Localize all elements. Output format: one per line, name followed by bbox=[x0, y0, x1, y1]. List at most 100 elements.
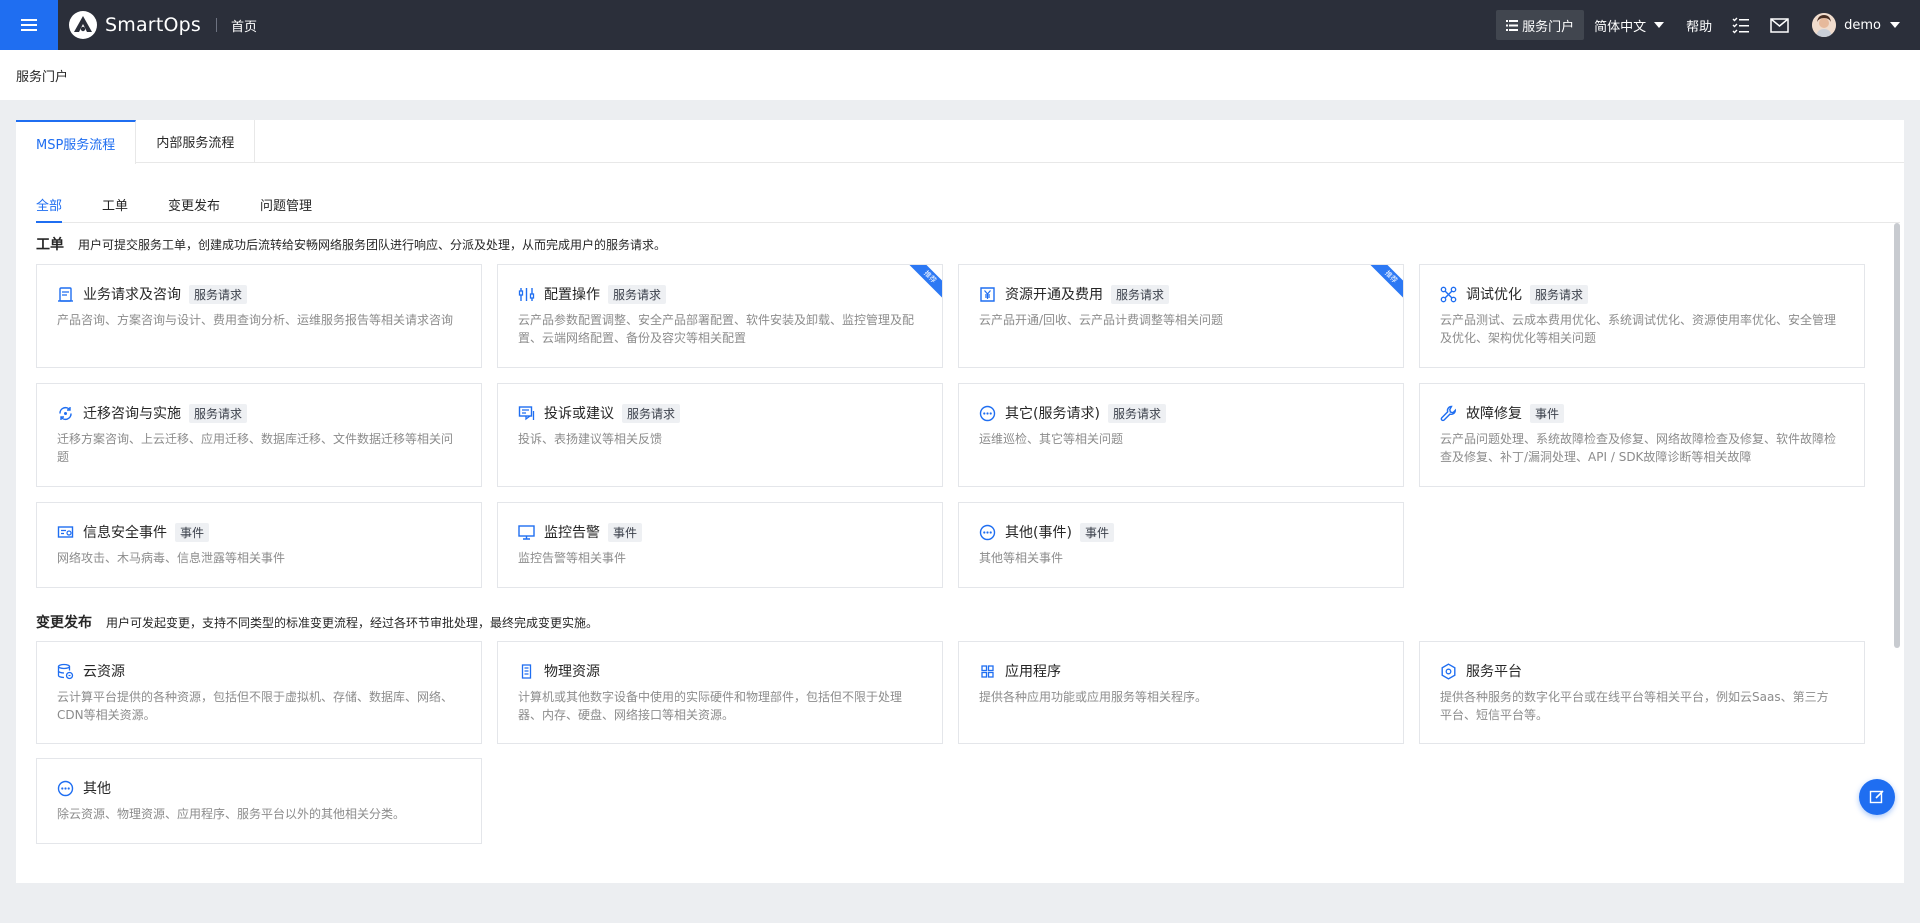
card-title: 配置操作 bbox=[544, 287, 600, 303]
tab-ticket[interactable]: 工单 bbox=[102, 192, 128, 223]
service-card[interactable]: 迁移咨询与实施 服务请求 迁移方案咨询、上云迁移、应用迁移、数据库迁移、文件数据迁移… bbox=[36, 383, 482, 487]
card-description: 监控告警等相关事件 bbox=[518, 551, 627, 565]
checklist-icon bbox=[1732, 17, 1750, 33]
service-card[interactable]: 应用程序 提供各种应用功能或应用服务等相关程序。 bbox=[958, 641, 1404, 744]
main-panel: MSP服务流程 内部服务流程 全部 工单 变更发布 问题管理 工单 用户可提交服… bbox=[16, 120, 1904, 883]
card-title: 业务请求及咨询 bbox=[83, 287, 181, 303]
more-circle-icon bbox=[57, 780, 74, 797]
optimize-icon bbox=[1440, 286, 1457, 303]
menu-toggle-button[interactable] bbox=[0, 0, 58, 50]
card-header: 云资源 bbox=[57, 661, 125, 681]
card-title: 其他 bbox=[83, 781, 111, 797]
chevron-down-icon bbox=[1890, 22, 1900, 28]
card-title: 信息安全事件 bbox=[83, 525, 167, 541]
hexagon-icon bbox=[1440, 662, 1457, 680]
headset-form-icon bbox=[57, 286, 74, 303]
language-selector[interactable]: 简体中文 bbox=[1594, 16, 1665, 35]
service-portal-label: 服务门户 bbox=[1522, 19, 1575, 35]
card-header: 资源开通及费用 服务请求 bbox=[979, 284, 1170, 304]
section-header-change: 变更发布 用户可发起变更，支持不同类型的标准变更流程，经过各环节审批处理，最终完… bbox=[36, 612, 598, 632]
section-name: 变更发布 bbox=[36, 615, 92, 631]
wrench-icon bbox=[1440, 405, 1457, 422]
main-tabs: MSP服务流程 内部服务流程 bbox=[16, 120, 1904, 164]
card-description: 其他等相关事件 bbox=[979, 551, 1064, 565]
service-card[interactable]: 物理资源 计算机或其他数字设备中使用的实际硬件和物理部件，包括但不限于处理器、内存… bbox=[497, 641, 943, 744]
card-description: 提供各种服务的数字化平台或在线平台等相关平台，例如云Saas、第三方平台、短信平… bbox=[1440, 690, 1829, 722]
service-card[interactable]: 其它(服务请求) 服务请求运维巡检、其它等相关问题 bbox=[958, 383, 1404, 487]
user-menu[interactable]: demo bbox=[1812, 13, 1900, 37]
service-card[interactable]: 故障修复 事件 云产品问题处理、系统故障检查及修复、网络故障检查及修复、软件故障检查… bbox=[1419, 383, 1865, 487]
tab-internal-service-flow[interactable]: 内部服务流程 bbox=[136, 120, 256, 163]
section-name: 工单 bbox=[36, 237, 64, 253]
card-description: 除云资源、物理资源、应用程序、服务平台以外的其他相关分类。 bbox=[57, 807, 406, 821]
card-description: 云产品开通/回收、云产品计费调整等相关问题 bbox=[979, 313, 1224, 327]
language-label: 简体中文 bbox=[1594, 19, 1647, 35]
create-ticket-button[interactable] bbox=[1859, 779, 1895, 815]
card-header: 物理资源 bbox=[518, 661, 600, 681]
card-description: 云计算平台提供的各种资源，包括但不限于虚拟机、存储、数据库、网络、CDN等相关资… bbox=[57, 690, 454, 722]
card-title: 迁移咨询与实施 bbox=[83, 406, 181, 422]
card-tag: 事件 bbox=[1079, 522, 1114, 542]
card-title: 服务平台 bbox=[1466, 664, 1522, 680]
tab-problem-management[interactable]: 问题管理 bbox=[260, 192, 312, 223]
help-link[interactable]: 帮助 bbox=[1686, 16, 1712, 35]
chevron-down-icon bbox=[1654, 22, 1665, 28]
card-title: 其他(事件) bbox=[1005, 525, 1072, 541]
service-card[interactable]: 云资源云计算平台提供的各种资源，包括但不限于虚拟机、存储、数据库、网络、CDN等… bbox=[36, 641, 482, 744]
card-header: 配置操作 服务请求 bbox=[518, 284, 667, 304]
scrollbar[interactable] bbox=[1894, 223, 1900, 648]
tab-all[interactable]: 全部 bbox=[36, 192, 63, 223]
card-title: 故障修复 bbox=[1466, 406, 1522, 422]
section-desc: 用户可发起变更，支持不同类型的标准变更流程，经过各环节审批处理，最终完成变更实施… bbox=[106, 615, 599, 630]
card-header: 调试优化 服务请求 bbox=[1440, 284, 1589, 304]
card-title: 其它(服务请求) bbox=[1005, 406, 1100, 422]
card-description: 云产品参数配置调整、安全产品部署配置、软件安装及卸载、监控管理及配置、云端网络配… bbox=[518, 313, 915, 345]
category-tabs: 全部 工单 变更发布 问题管理 bbox=[36, 192, 1900, 223]
home-link[interactable]: 首页 bbox=[231, 16, 257, 35]
yen-shield-icon bbox=[979, 286, 996, 303]
app-logo[interactable]: SmartOps bbox=[68, 10, 201, 40]
smartops-logo-icon bbox=[69, 11, 97, 39]
card-tag: 服务请求 bbox=[608, 284, 667, 304]
card-description: 网络攻击、木马病毒、信息泄露等相关事件 bbox=[57, 551, 286, 565]
recommend-ribbon: 推荐 bbox=[1365, 265, 1403, 303]
service-card[interactable]: 投诉或建议 服务请求 投诉、表扬建议等相关反馈 bbox=[497, 383, 943, 487]
card-description: 运维巡检、其它等相关问题 bbox=[979, 432, 1124, 446]
card-title: 调试优化 bbox=[1466, 287, 1522, 303]
tab-change-release[interactable]: 变更发布 bbox=[168, 192, 220, 223]
card-tag: 服务请求 bbox=[1530, 284, 1589, 304]
card-tag: 服务请求 bbox=[1107, 403, 1166, 423]
recommend-ribbon: 推荐 bbox=[904, 265, 942, 303]
card-description: 投诉、表扬建议等相关反馈 bbox=[518, 432, 663, 446]
cloud-db-icon bbox=[57, 663, 74, 680]
service-card[interactable]: 监控告警 事件 监控告警等相关事件 bbox=[497, 502, 943, 588]
config-sliders-icon bbox=[518, 286, 535, 303]
avatar bbox=[1812, 13, 1837, 37]
service-card[interactable]: 其他除云资源、物理资源、应用程序、服务平台以外的其他相关分类。 bbox=[36, 758, 482, 844]
page-title: 服务门户 bbox=[16, 69, 69, 85]
migrate-icon bbox=[57, 405, 74, 422]
service-card[interactable]: 其他(事件) 事件其他等相关事件 bbox=[958, 502, 1404, 588]
service-card[interactable]: 资源开通及费用 服务请求云产品开通/回收、云产品计费调整等相关问题 推荐 bbox=[958, 264, 1404, 368]
service-card[interactable]: 信息安全事件 事件 网络攻击、木马病毒、信息泄露等相关事件 bbox=[36, 502, 482, 588]
card-tag: 服务请求 bbox=[1111, 284, 1170, 304]
service-catalog: 工单 用户可提交服务工单，创建成功后流转给安畅网络服务团队进行响应、分派及处理，… bbox=[36, 223, 1900, 878]
service-card[interactable]: 配置操作 服务请求云产品参数配置调整、安全产品部署配置、软件安装及卸载、监控管理及… bbox=[497, 264, 943, 368]
app-name: SmartOps bbox=[105, 14, 201, 36]
section-header-ticket: 工单 用户可提交服务工单，创建成功后流转给安畅网络服务团队进行响应、分派及处理，… bbox=[36, 234, 666, 254]
card-tag: 服务请求 bbox=[189, 284, 248, 304]
hamburger-icon bbox=[21, 19, 37, 31]
card-title: 应用程序 bbox=[1005, 664, 1061, 680]
service-card[interactable]: 调试优化 服务请求 云产品测试、云成本费用优化、系统调试优化、资源使用率优化、安全管… bbox=[1419, 264, 1865, 368]
service-card[interactable]: 服务平台提供各种服务的数字化平台或在线平台等相关平台，例如云Saas、第三方平台… bbox=[1419, 641, 1865, 744]
monitor-icon bbox=[518, 524, 535, 541]
service-card[interactable]: 业务请求及咨询 服务请求 产品咨询、方案咨询与设计、费用查询分析、运维服务报告等相关… bbox=[36, 264, 482, 368]
tab-msp-service-flow[interactable]: MSP服务流程 bbox=[16, 120, 137, 164]
server-icon bbox=[518, 663, 535, 680]
todo-list-button[interactable] bbox=[1730, 14, 1752, 36]
service-portal-button[interactable]: 服务门户 bbox=[1496, 10, 1585, 40]
messages-button[interactable] bbox=[1768, 14, 1790, 36]
card-header: 其他 bbox=[57, 778, 111, 798]
feedback-icon bbox=[518, 405, 535, 422]
username: demo bbox=[1844, 17, 1881, 33]
